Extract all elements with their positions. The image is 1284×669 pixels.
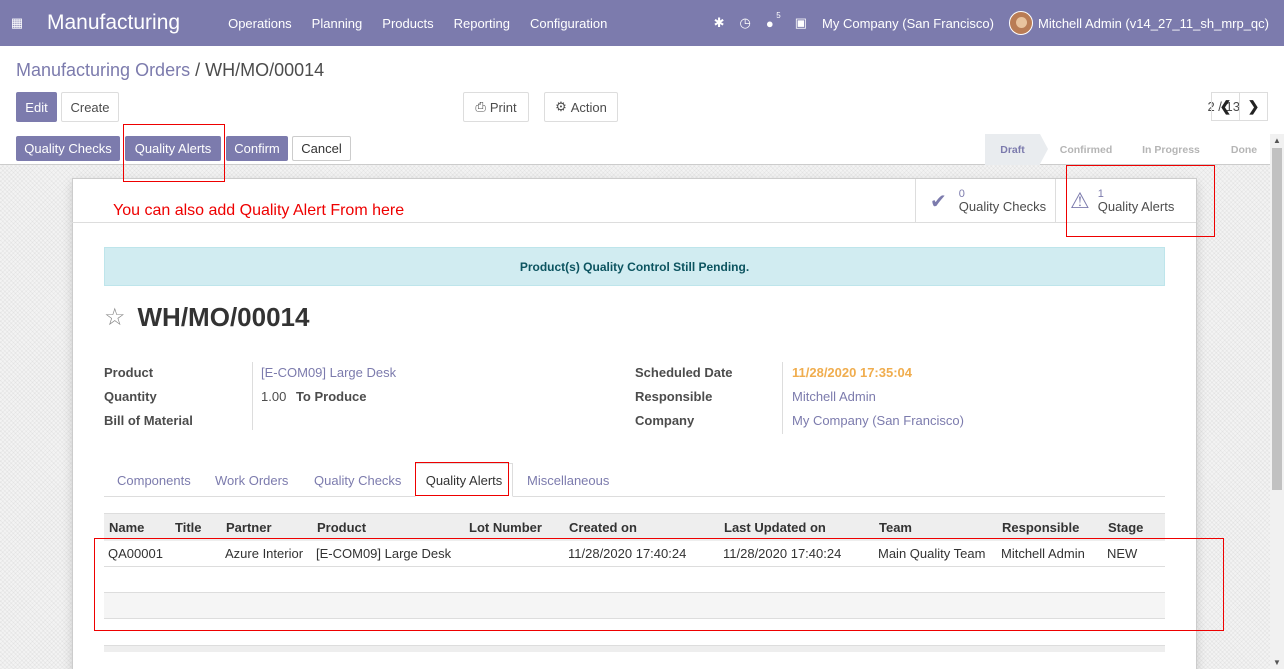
column-product[interactable]: Product bbox=[312, 513, 464, 541]
app-name[interactable]: Manufacturing bbox=[47, 11, 180, 35]
apps-menu-icon[interactable]: ▦ bbox=[0, 15, 34, 31]
column-title[interactable]: Title bbox=[170, 513, 221, 541]
print-button[interactable]: ⎙ Print bbox=[463, 92, 529, 122]
column-team[interactable]: Team bbox=[874, 513, 997, 541]
create-button[interactable]: Create bbox=[61, 92, 119, 122]
product-label: Product bbox=[104, 365, 154, 380]
tab-components[interactable]: Components bbox=[117, 463, 191, 497]
quantity-label: Quantity bbox=[104, 389, 157, 404]
debug-bug-icon[interactable]: ✱ bbox=[714, 15, 725, 31]
annotation-box-table bbox=[94, 538, 1224, 631]
cancel-button[interactable]: Cancel bbox=[292, 136, 351, 161]
top-navbar: ▦ Manufacturing Operations Planning Prod… bbox=[0, 0, 1284, 46]
column-name[interactable]: Name bbox=[104, 513, 170, 541]
stage-draft[interactable]: Draft bbox=[985, 134, 1048, 165]
menu-planning[interactable]: Planning bbox=[312, 16, 363, 31]
quantity-suffix: To Produce bbox=[295, 389, 367, 404]
pager-previous-button[interactable]: ❮ bbox=[1211, 92, 1240, 121]
quantity-value: 1.00 To Produce bbox=[261, 389, 366, 404]
page-title: ☆ WH/MO/00014 bbox=[104, 302, 309, 333]
quality-checks-button[interactable]: Quality Checks bbox=[16, 136, 120, 161]
quality-pending-alert: Product(s) Quality Control Still Pending… bbox=[104, 247, 1165, 286]
annotation-text: You can also add Quality Alert From here bbox=[113, 202, 405, 219]
annotation-box-tab bbox=[415, 462, 509, 496]
breadcrumb: Manufacturing Orders / WH/MO/00014 bbox=[16, 60, 324, 81]
menu-products[interactable]: Products bbox=[382, 16, 433, 31]
company-label: Company bbox=[635, 413, 695, 428]
table-header-row: Name Title Partner Product Lot Number Cr… bbox=[104, 513, 1165, 541]
quality-checks-smart-button[interactable]: ✔ 0 Quality Checks bbox=[915, 179, 1055, 223]
action-button[interactable]: ⚙ Action bbox=[544, 92, 618, 122]
menu-reporting[interactable]: Reporting bbox=[454, 16, 510, 31]
pager-next-button[interactable]: ❯ bbox=[1239, 92, 1268, 121]
scheduled-date-value: 11/28/2020 17:35:04 bbox=[792, 365, 912, 380]
table-footer bbox=[104, 645, 1165, 652]
scheduled-date-label: Scheduled Date bbox=[635, 365, 733, 380]
breadcrumb-current: WH/MO/00014 bbox=[205, 60, 325, 80]
message-count: 5 bbox=[776, 10, 781, 20]
tab-miscellaneous[interactable]: Miscellaneous bbox=[527, 463, 609, 497]
avatar[interactable] bbox=[1009, 11, 1033, 35]
stage-pipeline: Draft Confirmed In Progress Done bbox=[985, 134, 1284, 165]
breadcrumb-separator: / bbox=[190, 60, 206, 80]
responsible-value[interactable]: Mitchell Admin bbox=[792, 389, 876, 404]
menu-operations[interactable]: Operations bbox=[228, 16, 292, 31]
breadcrumb-parent[interactable]: Manufacturing Orders bbox=[16, 60, 190, 80]
field-divider bbox=[252, 362, 253, 430]
messages-icon[interactable]: ● 5 bbox=[766, 11, 781, 31]
edit-button[interactable]: Edit bbox=[16, 92, 57, 122]
star-icon[interactable]: ☆ bbox=[104, 303, 126, 332]
gear-icon: ⚙ bbox=[555, 99, 567, 114]
tab-quality-checks[interactable]: Quality Checks bbox=[314, 463, 401, 497]
systray: ✱ ◷ ● 5 ▣ My Company (San Francisco) Mitc… bbox=[714, 0, 1284, 46]
chevron-left-icon: ❮ bbox=[1219, 98, 1232, 114]
scroll-down-icon[interactable]: ▼ bbox=[1273, 658, 1281, 667]
gift-icon[interactable]: ▣ bbox=[795, 15, 807, 31]
column-lot-number[interactable]: Lot Number bbox=[464, 513, 564, 541]
annotation-box-quality-alerts-button bbox=[123, 124, 225, 182]
printer-icon: ⎙ bbox=[475, 99, 486, 114]
scrollbar[interactable]: ▲ ▼ bbox=[1270, 134, 1284, 669]
column-partner[interactable]: Partner bbox=[221, 513, 312, 541]
stage-in-progress[interactable]: In Progress bbox=[1124, 134, 1218, 165]
scroll-up-icon[interactable]: ▲ bbox=[1273, 136, 1281, 145]
field-divider bbox=[782, 362, 783, 434]
company-value[interactable]: My Company (San Francisco) bbox=[792, 413, 964, 428]
scroll-thumb[interactable] bbox=[1272, 148, 1282, 490]
column-created-on[interactable]: Created on bbox=[564, 513, 719, 541]
menu-configuration[interactable]: Configuration bbox=[530, 16, 607, 31]
chevron-right-icon: ❯ bbox=[1247, 98, 1260, 114]
clock-icon[interactable]: ◷ bbox=[740, 15, 751, 31]
checkmark-icon: ✔ bbox=[930, 190, 947, 213]
quantity-number: 1.00 bbox=[261, 389, 287, 404]
user-menu[interactable]: Mitchell Admin (v14_27_11_sh_mrp_qc) bbox=[1038, 16, 1269, 31]
product-value[interactable]: [E-COM09] Large Desk bbox=[261, 365, 396, 380]
quality-checks-label: Quality Checks bbox=[958, 199, 1047, 214]
column-stage[interactable]: Stage bbox=[1103, 513, 1165, 541]
company-switcher[interactable]: My Company (San Francisco) bbox=[822, 16, 994, 31]
record-name: WH/MO/00014 bbox=[137, 302, 310, 332]
notebook-tabs: Components Work Orders Quality Checks Qu… bbox=[104, 463, 1165, 497]
print-label: Print bbox=[489, 99, 517, 115]
annotation-box-smart-button bbox=[1066, 165, 1215, 237]
column-responsible[interactable]: Responsible bbox=[997, 513, 1103, 541]
tab-work-orders[interactable]: Work Orders bbox=[215, 463, 288, 497]
action-label: Action bbox=[570, 99, 607, 115]
main-menu: Operations Planning Products Reporting C… bbox=[228, 16, 627, 31]
confirm-button[interactable]: Confirm bbox=[226, 136, 288, 161]
bom-label: Bill of Material bbox=[104, 413, 193, 428]
responsible-label: Responsible bbox=[635, 389, 713, 404]
column-last-updated[interactable]: Last Updated on bbox=[719, 513, 874, 541]
stage-confirmed[interactable]: Confirmed bbox=[1040, 134, 1124, 165]
